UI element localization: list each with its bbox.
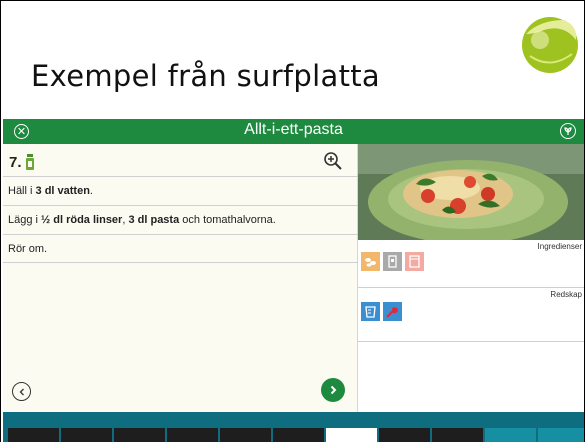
tomato-icon[interactable] xyxy=(405,252,424,271)
progress-segment[interactable] xyxy=(485,428,536,442)
instruction-emphasis: 3 dl vatten xyxy=(35,185,90,197)
progress-segment[interactable] xyxy=(379,428,430,442)
chevron-right-icon[interactable] xyxy=(321,378,345,402)
progress-segment[interactable] xyxy=(326,428,377,442)
progress-segment[interactable] xyxy=(114,428,165,442)
progress-segment[interactable] xyxy=(432,428,483,442)
instruction-text: och tomathalvorna. xyxy=(179,214,276,226)
step-instruction: Rör om. xyxy=(3,234,358,263)
progress-segment[interactable] xyxy=(167,428,218,442)
app-title: Allt-i-ett-pasta xyxy=(244,121,343,138)
progress-segment[interactable] xyxy=(220,428,271,442)
zoom-in-icon[interactable] xyxy=(323,151,343,171)
instruction-text: . xyxy=(89,185,93,197)
ingredients-section: Ingredienser xyxy=(358,240,584,288)
step-list: Häll i 3 dl vatten. Lägg i ½ dl röda lins… xyxy=(3,176,358,263)
step-heading: 7. xyxy=(9,150,35,174)
instruction-text: Lägg i xyxy=(8,214,42,226)
dish-photo xyxy=(358,144,584,240)
bottom-bar xyxy=(3,412,584,442)
step-instruction: Lägg i ½ dl röda linser, 3 dl pasta och … xyxy=(3,205,358,234)
step-instruction: Häll i 3 dl vatten. xyxy=(3,176,358,205)
equipment-section: Redskap xyxy=(358,288,584,342)
chevron-left-icon[interactable] xyxy=(12,382,31,401)
ingredients-label: Ingredienser xyxy=(537,242,582,251)
pasta-package-icon[interactable] xyxy=(383,252,402,271)
slide-frame: Exempel från surfplatta ✕ Allt-i-ett-pas… xyxy=(0,0,585,442)
step-number: 7. xyxy=(9,153,22,171)
slide-title: Exempel från surfplatta xyxy=(31,59,380,93)
equipment-label: Redskap xyxy=(550,290,582,299)
progress-segment[interactable] xyxy=(538,428,584,442)
recipe-side-panel: Ingredienser Redskap xyxy=(358,144,584,412)
progress-segment[interactable] xyxy=(8,428,59,442)
app-header: ✕ Allt-i-ett-pasta xyxy=(3,119,584,144)
logo-icon xyxy=(520,14,580,74)
instruction-emphasis: 3 dl pasta xyxy=(128,214,180,226)
instruction-emphasis: ½ dl röda linser xyxy=(41,214,123,226)
progress-segment[interactable] xyxy=(273,428,324,442)
vegetarian-icon[interactable] xyxy=(560,123,576,139)
lentils-icon[interactable] xyxy=(361,252,380,271)
spatula-icon[interactable] xyxy=(383,302,402,321)
instruction-text: Häll i xyxy=(8,185,36,197)
step-progress xyxy=(8,428,584,442)
stove-icon xyxy=(25,153,35,171)
measuring-cup-icon[interactable] xyxy=(361,302,380,321)
progress-segment[interactable] xyxy=(61,428,112,442)
step-panel: 7. Häll i 3 dl vatten. Lägg i ½ dl röda l… xyxy=(3,144,358,412)
instruction-text: Rör om. xyxy=(8,242,48,255)
